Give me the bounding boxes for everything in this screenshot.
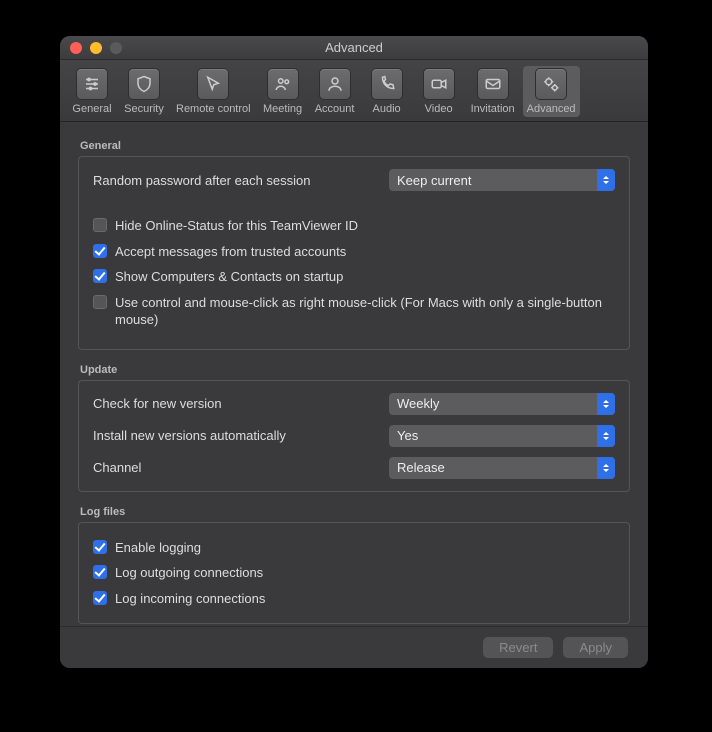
auto-install-label: Install new versions automatically: [93, 428, 389, 443]
checkbox-label: Show Computers & Contacts on startup: [115, 268, 343, 286]
gears-icon: [535, 68, 567, 100]
preferences-window: Advanced General Security Remote control…: [60, 36, 648, 668]
zoom-icon[interactable]: [110, 42, 122, 54]
checkbox-ctrl-click-rightclick[interactable]: Use control and mouse-click as right mou…: [93, 294, 615, 329]
section-logs: Enable logging Log outgoing connections …: [78, 522, 630, 625]
tab-audio[interactable]: Audio: [363, 66, 411, 117]
checkbox-icon: [93, 244, 107, 258]
tab-label: Account: [315, 103, 355, 115]
dropdown-value: Release: [397, 460, 445, 475]
tab-meeting[interactable]: Meeting: [259, 66, 307, 117]
people-icon: [267, 68, 299, 100]
checkbox-log-incoming[interactable]: Log incoming connections: [93, 590, 615, 608]
section-title-update: Update: [80, 364, 630, 376]
cursor-icon: [197, 68, 229, 100]
toolbar: General Security Remote control Meeting …: [60, 60, 648, 122]
apply-button[interactable]: Apply: [563, 637, 628, 658]
video-icon: [423, 68, 455, 100]
dropdown-value: Keep current: [397, 173, 471, 188]
checkbox-label: Accept messages from trusted accounts: [115, 243, 346, 261]
titlebar: Advanced: [60, 36, 648, 60]
checkbox-icon: [93, 540, 107, 554]
tab-label: General: [72, 103, 111, 115]
chevron-updown-icon: [597, 393, 615, 415]
checkbox-label: Hide Online-Status for this TeamViewer I…: [115, 217, 358, 235]
tab-label: Advanced: [527, 103, 576, 115]
footer: Revert Apply: [60, 626, 648, 668]
close-icon[interactable]: [70, 42, 82, 54]
person-icon: [319, 68, 351, 100]
check-version-label: Check for new version: [93, 396, 389, 411]
check-version-select[interactable]: Weekly: [389, 393, 615, 415]
phone-icon: [371, 68, 403, 100]
checkbox-label: Log incoming connections: [115, 590, 265, 608]
tab-invitation[interactable]: Invitation: [467, 66, 519, 117]
checkbox-log-outgoing[interactable]: Log outgoing connections: [93, 564, 615, 582]
checkbox-label: Use control and mouse-click as right mou…: [115, 294, 615, 329]
checkbox-icon: [93, 295, 107, 309]
sliders-icon: [76, 68, 108, 100]
checkbox-icon: [93, 218, 107, 232]
tab-video[interactable]: Video: [415, 66, 463, 117]
checkbox-show-contacts-startup[interactable]: Show Computers & Contacts on startup: [93, 268, 615, 286]
tab-security[interactable]: Security: [120, 66, 168, 117]
checkbox-accept-messages[interactable]: Accept messages from trusted accounts: [93, 243, 615, 261]
tab-remote-control[interactable]: Remote control: [172, 66, 255, 117]
channel-label: Channel: [93, 460, 389, 475]
content-area: General Random password after each sessi…: [60, 122, 648, 626]
chevron-updown-icon: [597, 425, 615, 447]
checkbox-label: Log outgoing connections: [115, 564, 263, 582]
tab-label: Invitation: [471, 103, 515, 115]
shield-icon: [128, 68, 160, 100]
chevron-updown-icon: [597, 457, 615, 479]
random-password-label: Random password after each session: [93, 173, 389, 188]
section-title-logs: Log files: [80, 506, 630, 518]
tab-advanced[interactable]: Advanced: [523, 66, 580, 117]
section-update: Check for new version Weekly Install new…: [78, 380, 630, 492]
tab-label: Meeting: [263, 103, 302, 115]
tab-label: Video: [425, 103, 453, 115]
section-general: Random password after each session Keep …: [78, 156, 630, 350]
tab-label: Security: [124, 103, 164, 115]
window-title: Advanced: [60, 40, 648, 55]
checkbox-enable-logging[interactable]: Enable logging: [93, 539, 615, 557]
tab-label: Remote control: [176, 103, 251, 115]
checkbox-icon: [93, 591, 107, 605]
tab-general[interactable]: General: [68, 66, 116, 117]
dropdown-value: Yes: [397, 428, 418, 443]
section-title-general: General: [80, 140, 630, 152]
checkbox-icon: [93, 565, 107, 579]
tab-label: Audio: [373, 103, 401, 115]
dropdown-value: Weekly: [397, 396, 439, 411]
random-password-select[interactable]: Keep current: [389, 169, 615, 191]
minimize-icon[interactable]: [90, 42, 102, 54]
auto-install-select[interactable]: Yes: [389, 425, 615, 447]
checkbox-icon: [93, 269, 107, 283]
envelope-icon: [477, 68, 509, 100]
checkbox-hide-online-status[interactable]: Hide Online-Status for this TeamViewer I…: [93, 217, 615, 235]
tab-account[interactable]: Account: [311, 66, 359, 117]
channel-select[interactable]: Release: [389, 457, 615, 479]
traffic-lights: [60, 42, 122, 54]
chevron-updown-icon: [597, 169, 615, 191]
revert-button[interactable]: Revert: [483, 637, 553, 658]
checkbox-label: Enable logging: [115, 539, 201, 557]
